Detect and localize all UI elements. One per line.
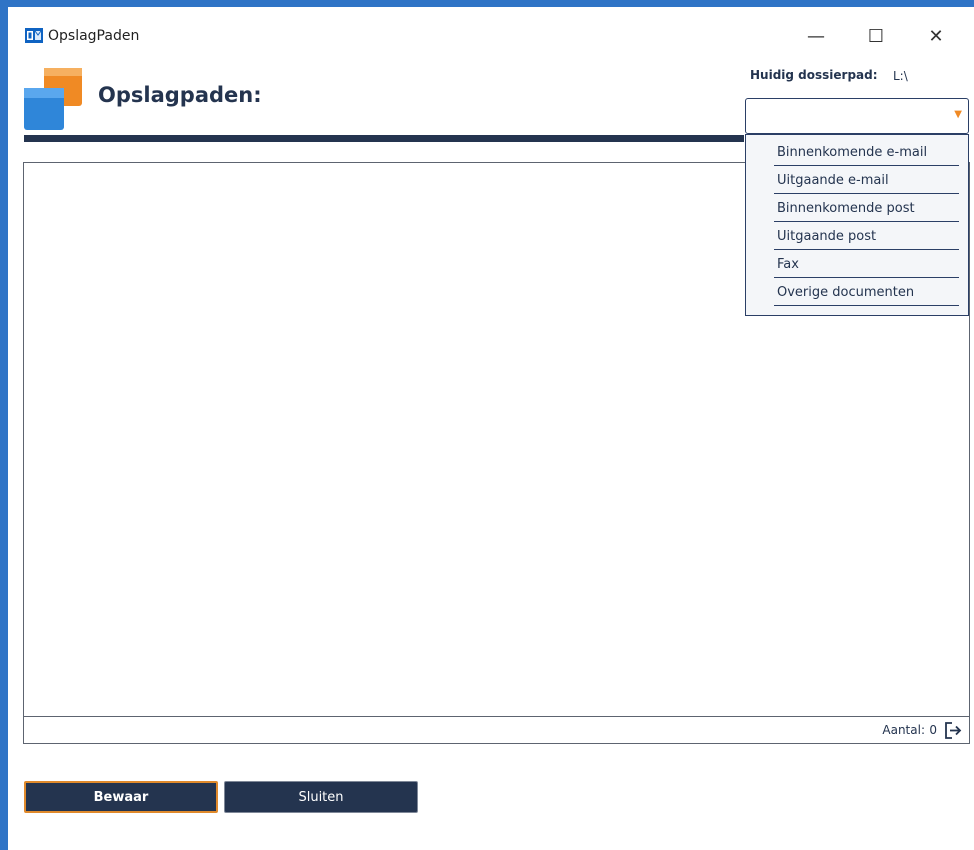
window-frame-left — [0, 0, 8, 850]
category-select[interactable]: ▼ — [745, 98, 969, 134]
current-path-value: L:\ — [893, 69, 908, 83]
category-dropdown-list: Binnenkomende e-mail Uitgaande e-mail Bi… — [745, 134, 969, 316]
export-icon[interactable] — [943, 721, 963, 740]
window-title: OpslagPaden — [48, 28, 140, 44]
window-frame-top — [0, 0, 974, 7]
save-button[interactable]: Bewaar — [24, 781, 218, 813]
dropdown-option[interactable]: Uitgaande post — [774, 225, 959, 250]
current-path-label: Huidig dossierpad: — [750, 68, 878, 82]
dropdown-option[interactable]: Binnenkomende e-mail — [774, 141, 959, 166]
close-window-button[interactable]: ✕ — [916, 21, 956, 51]
folders-logo-icon — [24, 68, 82, 130]
dropdown-option[interactable]: Fax — [774, 253, 959, 278]
count-value: 0 — [929, 723, 937, 737]
app-window: OpslagPaden — ☐ ✕ Opslagpaden: Huidig do… — [8, 7, 972, 850]
dropdown-option[interactable]: Overige documenten — [774, 281, 959, 306]
header-divider — [24, 135, 744, 142]
outlook-icon — [25, 28, 43, 43]
title-bar[interactable]: OpslagPaden — ☐ ✕ — [8, 7, 972, 47]
page-title: Opslagpaden: — [98, 83, 262, 107]
maximize-button[interactable]: ☐ — [856, 21, 896, 51]
count-label: Aantal: — [882, 723, 925, 737]
close-button[interactable]: Sluiten — [224, 781, 418, 813]
dropdown-option[interactable]: Binnenkomende post — [774, 197, 959, 222]
dropdown-option[interactable]: Uitgaande e-mail — [774, 169, 959, 194]
minimize-button[interactable]: — — [796, 21, 836, 51]
chevron-down-icon[interactable]: ▼ — [954, 109, 962, 120]
status-bar: Aantal: 0 — [23, 716, 970, 744]
